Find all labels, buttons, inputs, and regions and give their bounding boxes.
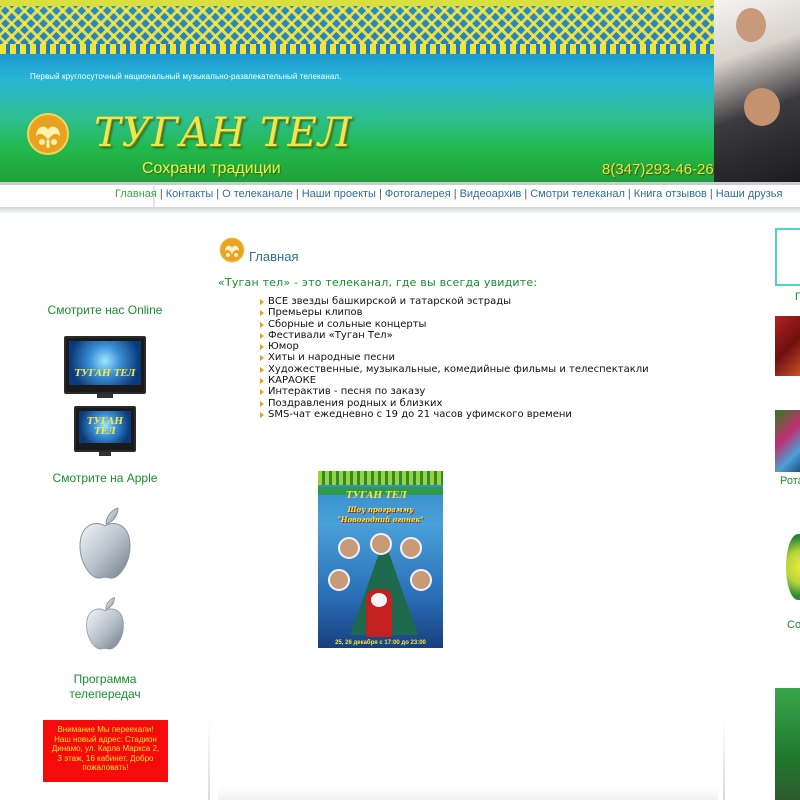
nav-shadow xyxy=(0,207,800,214)
tv-stand xyxy=(99,452,111,456)
page-title: Главная xyxy=(249,249,299,264)
poster-title: Шоу программу "Новогодний огонек" xyxy=(322,505,439,525)
header-tagline: Первый круглосуточный национальный музык… xyxy=(30,72,342,81)
performer-photo xyxy=(400,537,422,559)
page: Первый круглосуточный национальный музык… xyxy=(0,0,800,800)
features-list: ВСЕ звезды башкирской и татарской эстрад… xyxy=(258,296,649,420)
performer-photo xyxy=(338,537,360,559)
nav-separator: | xyxy=(378,188,382,200)
new-year-show-poster[interactable]: ТУГАН ТЕЛ Шоу программу "Новогодний огон… xyxy=(318,471,443,648)
presenters-photo xyxy=(714,0,800,182)
apple-logo-icon[interactable] xyxy=(76,506,134,582)
logo-subtitle: Сохрани традиции xyxy=(142,160,281,177)
nav-link-photogallery[interactable]: Фотогалерея xyxy=(385,188,451,200)
column-divider xyxy=(723,720,725,800)
tv-screen: ТУГАН ТЕЛ xyxy=(79,411,131,443)
poster-title-line1: Шоу программу xyxy=(347,505,414,514)
content-bottom-fade xyxy=(218,786,718,800)
tv-online-small-image[interactable]: ТУГАН ТЕЛ xyxy=(74,406,136,456)
list-item: Фестивали «Туган Тел» xyxy=(258,330,649,341)
nav-link-contacts[interactable]: Контакты xyxy=(166,188,214,200)
tv-program-line1: Программа xyxy=(73,672,137,686)
logo-emblem-icon[interactable] xyxy=(26,112,70,156)
list-item: ВСЕ звезды башкирской и татарской эстрад… xyxy=(258,296,649,307)
right-banner-image-2[interactable] xyxy=(775,410,800,472)
poster-date: 25, 26 декабря с 17:00 до 23:00 xyxy=(335,640,426,646)
list-item: Премьеры клипов xyxy=(258,307,649,318)
right-banner-image-3[interactable] xyxy=(775,688,800,800)
performer-photo xyxy=(370,533,392,555)
tv-screen: ТУГАН ТЕЛ xyxy=(69,341,141,385)
nav-separator: | xyxy=(295,188,299,200)
ornament-band xyxy=(0,0,800,6)
moved-notice-banner[interactable]: Внимание Мы переехали! Наш новый адрес: … xyxy=(43,720,168,782)
tv-online-image[interactable]: ТУГАН ТЕЛ xyxy=(64,336,146,398)
nav-link-video-archive[interactable]: Видеоархив xyxy=(460,188,522,200)
main-nav: Главная | Контакты | О телеканале | Наши проек… xyxy=(115,188,783,200)
intro-text: «Туган тел» - это телеканал, где вы всег… xyxy=(218,276,538,289)
list-item: Интерактив - песня по заказу xyxy=(258,386,649,397)
right-link-1[interactable]: П xyxy=(795,291,800,303)
list-item: Хиты и народные песни xyxy=(258,352,649,363)
poster-logo: ТУГАН ТЕЛ xyxy=(346,491,407,501)
nav-link-guestbook[interactable]: Книга отзывов xyxy=(634,188,707,200)
list-item: Юмор xyxy=(258,341,649,352)
apple-logo-small-icon[interactable] xyxy=(82,596,128,652)
nav-separator: | xyxy=(453,188,457,200)
site-header: Первый круглосуточный национальный музык… xyxy=(0,0,800,182)
ornament-border xyxy=(0,0,800,54)
nav-link-home[interactable]: Главная xyxy=(115,188,157,200)
logo-emblem-small-icon xyxy=(219,237,245,263)
tv-program-line2: телепередач xyxy=(69,687,141,701)
nav-separator: | xyxy=(709,188,713,200)
right-banner-box[interactable] xyxy=(775,228,800,286)
list-item: КАРАОКЕ xyxy=(258,375,649,386)
right-link-2[interactable]: Рота xyxy=(780,475,800,487)
right-banner-image-1[interactable] xyxy=(775,316,800,376)
column-divider xyxy=(208,720,210,800)
tv-logo-text: ТУГАН ТЕЛ xyxy=(86,417,124,437)
nav-separator: | xyxy=(216,188,220,200)
list-item: Художественные, музыкальные, комедийные … xyxy=(258,364,649,375)
right-link-3[interactable]: Со xyxy=(787,619,800,631)
poster-title-line2: "Новогодний огонек" xyxy=(337,515,424,524)
tv-logo-text: ТУГАН ТЕЛ xyxy=(74,369,136,379)
santa-figure xyxy=(366,589,392,637)
nav-separator: | xyxy=(627,188,631,200)
nav-link-watch[interactable]: Смотри телеканал xyxy=(530,188,625,200)
nav-separator: | xyxy=(159,188,163,200)
logo-title[interactable]: ТУГАН ТЕЛ xyxy=(94,110,352,156)
list-item: Сборные и сольные концерты xyxy=(258,319,649,330)
performer-photo xyxy=(410,569,432,591)
poster-ornament xyxy=(318,471,443,485)
nav-separator: | xyxy=(524,188,528,200)
right-logo-image[interactable] xyxy=(786,534,800,600)
tv-program-link[interactable]: Программа телепередач xyxy=(40,672,170,702)
phone-number: 8(347)293-46-26 xyxy=(602,161,714,178)
nav-link-friends[interactable]: Наши друзья xyxy=(716,188,783,200)
nav-link-projects[interactable]: Наши проекты xyxy=(302,188,376,200)
performer-photo xyxy=(328,569,350,591)
list-item: SMS-чат ежедневно с 19 до 21 часов уфимс… xyxy=(258,409,649,420)
tv-stand xyxy=(97,394,113,398)
watch-online-link[interactable]: Смотрите нас Online xyxy=(30,303,180,317)
list-item: Поздравления родных и близких xyxy=(258,398,649,409)
nav-link-about[interactable]: О телеканале xyxy=(222,188,293,200)
watch-apple-link[interactable]: Смотрите на Apple xyxy=(30,471,180,485)
